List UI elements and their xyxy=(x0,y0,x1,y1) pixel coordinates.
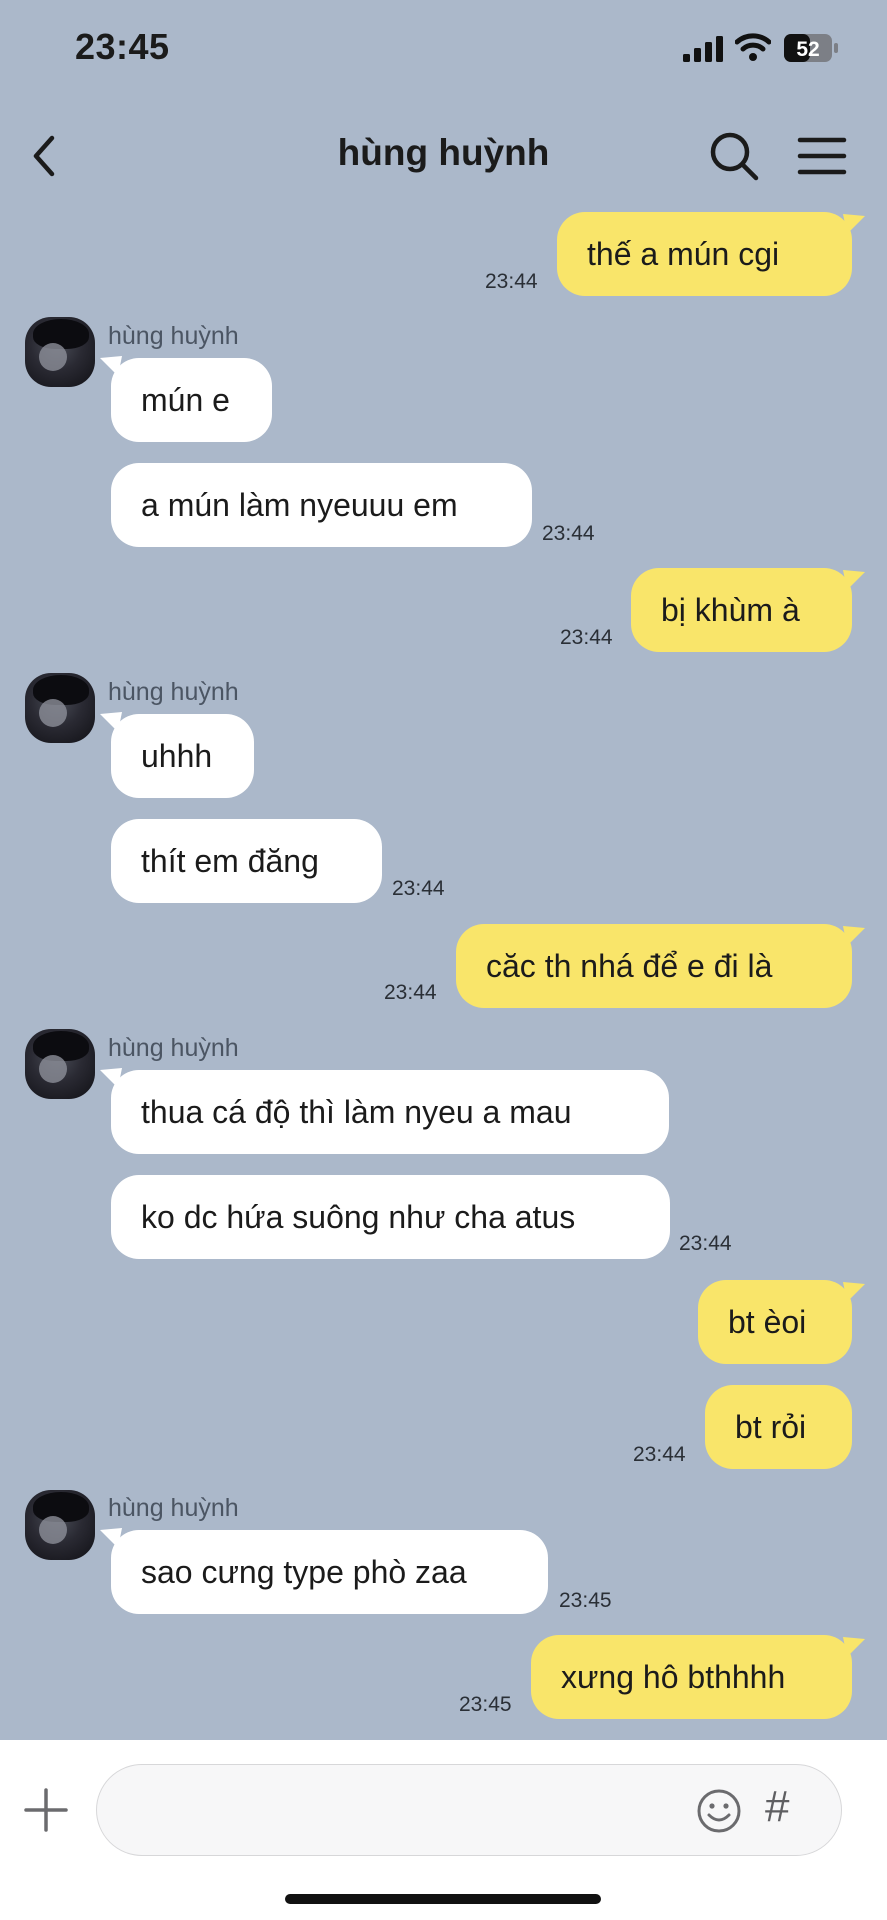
contact-avatar[interactable] xyxy=(25,1029,95,1099)
contact-avatar[interactable] xyxy=(25,1490,95,1560)
message-composer: # xyxy=(0,1740,887,1920)
message-time: 23:45 xyxy=(559,1589,612,1612)
incoming-message[interactable]: uhhh xyxy=(111,714,254,798)
bubble-tail xyxy=(843,1282,865,1302)
outgoing-message[interactable]: căc th nhá để e đi là xyxy=(456,924,852,1008)
sender-name: hùng huỳnh xyxy=(108,678,239,706)
message-time: 23:44 xyxy=(633,1443,686,1466)
home-indicator xyxy=(285,1894,601,1904)
message-time: 23:44 xyxy=(679,1232,732,1255)
bubble-tail xyxy=(843,570,865,590)
outgoing-message[interactable]: bt èoi xyxy=(698,1280,852,1364)
incoming-message[interactable]: thua cá độ thì làm nyeu a mau xyxy=(111,1070,669,1154)
message-time: 23:44 xyxy=(392,877,445,900)
incoming-message[interactable]: sao cưng type phò zaa xyxy=(111,1530,548,1614)
incoming-message[interactable]: thít em đăng xyxy=(111,819,382,903)
bubble-tail xyxy=(843,926,865,946)
contact-avatar[interactable] xyxy=(25,673,95,743)
plus-icon[interactable] xyxy=(24,1788,68,1832)
outgoing-message[interactable]: bị khùm à xyxy=(631,568,852,652)
outgoing-message[interactable]: xưng hô bthhhh xyxy=(531,1635,852,1719)
contact-avatar[interactable] xyxy=(25,317,95,387)
emoji-icon[interactable] xyxy=(696,1788,742,1834)
bubble-tail xyxy=(843,214,865,234)
message-time: 23:44 xyxy=(560,626,613,649)
message-time: 23:44 xyxy=(485,270,538,293)
incoming-message[interactable]: ko dc hứa suông như cha atus xyxy=(111,1175,670,1259)
message-time: 23:45 xyxy=(459,1693,512,1716)
outgoing-message[interactable]: thế a mún cgi xyxy=(557,212,852,296)
sender-name: hùng huỳnh xyxy=(108,322,239,350)
bubble-tail xyxy=(843,1637,865,1657)
message-list[interactable]: thế a mún cgi 23:44 hùng huỳnh mún e a m… xyxy=(0,0,887,1740)
sender-name: hùng huỳnh xyxy=(108,1494,239,1522)
message-time: 23:44 xyxy=(542,522,595,545)
hashtag-button[interactable]: # xyxy=(765,1782,789,1832)
sender-name: hùng huỳnh xyxy=(108,1034,239,1062)
message-time: 23:44 xyxy=(384,981,437,1004)
incoming-message[interactable]: a mún làm nyeuuu em xyxy=(111,463,532,547)
outgoing-message[interactable]: bt rỏi xyxy=(705,1385,852,1469)
incoming-message[interactable]: mún e xyxy=(111,358,272,442)
